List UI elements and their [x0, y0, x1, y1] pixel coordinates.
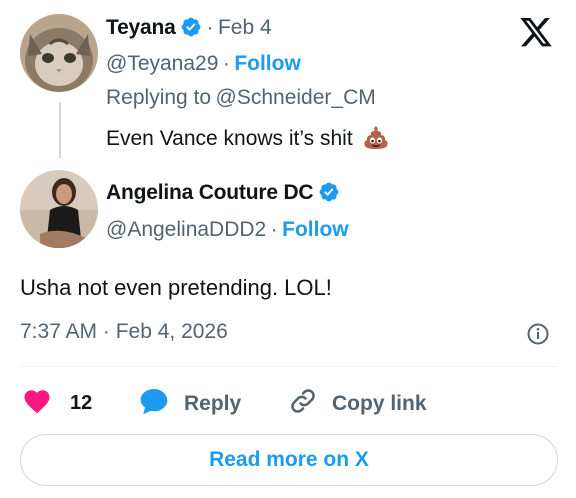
verified-badge-icon: [318, 181, 340, 208]
main-handle-row: @AngelinaDDD2 · Follow: [106, 218, 349, 242]
avatar-angelina[interactable]: [20, 170, 98, 248]
info-icon[interactable]: [526, 322, 550, 351]
follow-button-teyana[interactable]: Follow: [234, 52, 301, 75]
reply-label: Reply: [184, 392, 242, 415]
follow-separator: ·: [270, 218, 278, 241]
parent-tweet-text: Even Vance knows it’s shit: [106, 127, 353, 150]
reply-button[interactable]: Reply: [138, 386, 241, 422]
main-tweet-header: Angelina Couture DC: [106, 181, 340, 208]
parent-tweet-text-row: Even Vance knows it’s shit: [106, 124, 389, 155]
replying-to-prefix: Replying to: [106, 86, 212, 109]
follow-separator: ·: [222, 52, 230, 75]
read-more-button[interactable]: Read more on X: [20, 434, 558, 486]
follow-button-angelina[interactable]: Follow: [282, 218, 349, 241]
pile-of-poo-icon: [363, 124, 389, 155]
main-tweet-text: Usha not even pretending. LOL!: [20, 275, 332, 300]
avatar-teyana[interactable]: [20, 14, 98, 92]
speech-bubble-icon: [138, 386, 170, 422]
parent-tweet-header: Teyana · Feb 4: [106, 16, 272, 43]
heart-icon: [22, 386, 52, 420]
copy-link-button[interactable]: Copy link: [288, 386, 427, 422]
like-count: 12: [70, 391, 93, 414]
main-display-name[interactable]: Angelina Couture DC: [106, 181, 314, 204]
main-handle[interactable]: @AngelinaDDD2: [106, 218, 266, 241]
verified-badge-icon: [180, 16, 202, 43]
x-logo-icon[interactable]: [518, 18, 554, 55]
parent-display-name[interactable]: Teyana: [106, 16, 176, 39]
read-more-label: Read more on X: [209, 448, 369, 471]
copy-link-label: Copy link: [332, 392, 427, 415]
parent-handle-row: @Teyana29 · Follow: [106, 52, 301, 76]
thread-connector-line: [59, 102, 61, 158]
like-button[interactable]: 12: [22, 386, 92, 420]
actions-divider: [20, 366, 558, 367]
parent-handle[interactable]: @Teyana29: [106, 52, 218, 75]
link-icon: [288, 386, 318, 422]
replying-to-row: Replying to @Schneider_CM: [106, 86, 376, 110]
replying-to-handle[interactable]: @Schneider_CM: [216, 86, 376, 109]
tweet-timestamp[interactable]: 7:37 AM · Feb 4, 2026: [20, 320, 228, 344]
date-separator: ·: [206, 16, 214, 39]
parent-date[interactable]: Feb 4: [218, 16, 272, 39]
